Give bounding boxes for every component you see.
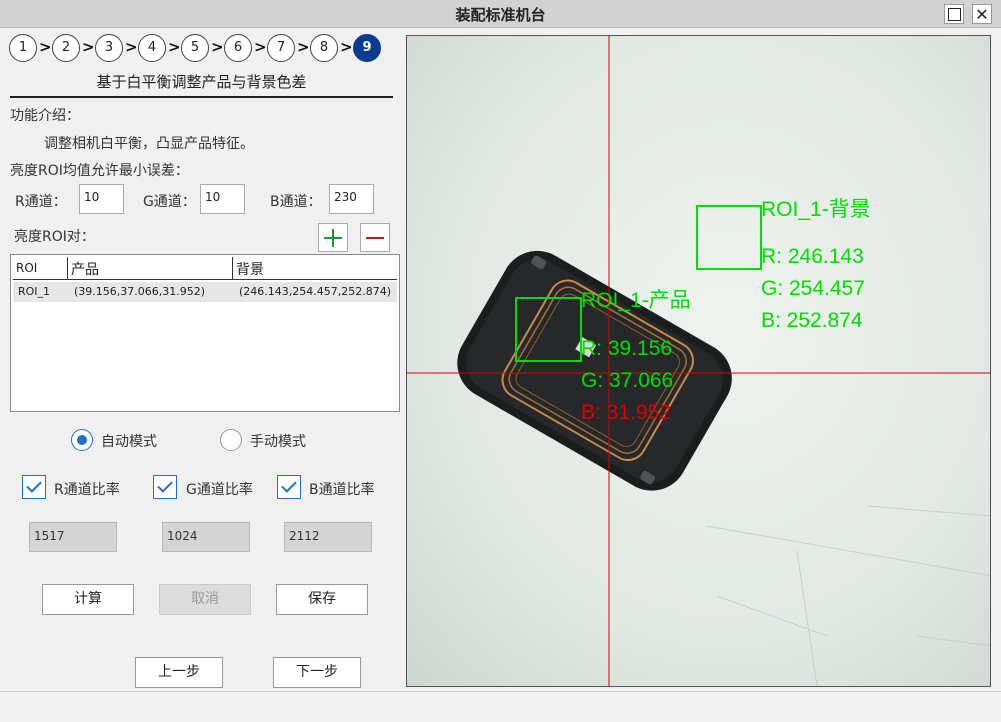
- r-tolerance-input[interactable]: 10: [79, 184, 124, 214]
- remove-roi-button[interactable]: [360, 223, 390, 252]
- manual-mode-radio[interactable]: [220, 429, 242, 451]
- r-ratio-value: 1517: [29, 522, 117, 552]
- tolerance-label: 亮度ROI均值允许最小误差：: [10, 163, 189, 179]
- r-ratio-checkbox[interactable]: [22, 475, 46, 499]
- cell-roi: ROI_1: [18, 285, 51, 298]
- product-b-value: B: 31.952: [581, 401, 671, 424]
- manual-mode-label[interactable]: 手动模式: [250, 431, 306, 451]
- step-arrow-icon: >: [254, 38, 267, 56]
- column-header-product[interactable]: 产品: [68, 257, 233, 280]
- background-g-value: G: 254.457: [761, 277, 865, 300]
- background-b-value: B: 252.874: [761, 309, 863, 332]
- b-ratio-checkbox[interactable]: [277, 475, 301, 499]
- auto-mode-label[interactable]: 自动模式: [101, 431, 157, 451]
- g-ratio-label[interactable]: G通道比率: [186, 479, 253, 499]
- step-5[interactable]: 5: [181, 34, 209, 62]
- maximize-icon[interactable]: [944, 4, 964, 24]
- add-roi-button[interactable]: [318, 223, 348, 252]
- step-arrow-icon: >: [340, 38, 353, 56]
- table-row[interactable]: ROI_1 (39.156,37.066,31.952) (246.143,25…: [13, 282, 397, 302]
- roi-background-box: [696, 205, 762, 270]
- step-4[interactable]: 4: [138, 34, 166, 62]
- background-lines: [706, 505, 990, 686]
- step-arrow-icon: >: [211, 38, 224, 56]
- g-ratio-value: 1024: [162, 522, 250, 552]
- g-channel-label: G通道：: [143, 194, 196, 210]
- section-title: 基于白平衡调整产品与背景色差: [96, 73, 307, 91]
- step-1[interactable]: 1: [9, 34, 37, 62]
- camera-viewer[interactable]: ROI_1-产品 R: 39.156 G: 37.066 B: 31.952 R…: [406, 35, 991, 687]
- step-arrow-icon: >: [168, 38, 181, 56]
- roi-table: ROI 产品 背景 ROI_1 (39.156,37.066,31.952) (…: [10, 254, 400, 412]
- cell-background: (246.143,254.457,252.874): [239, 285, 392, 298]
- r-ratio-label[interactable]: R通道比率: [54, 479, 120, 499]
- product-g-value: G: 37.066: [581, 369, 673, 392]
- next-step-button[interactable]: 下一步: [273, 657, 361, 688]
- step-9-active[interactable]: 9: [353, 34, 381, 62]
- auto-mode-radio[interactable]: [71, 429, 93, 451]
- background-r-value: R: 246.143: [761, 245, 864, 268]
- window-title: 装配标准机台: [455, 6, 546, 24]
- r-channel-label: R通道：: [15, 194, 67, 210]
- step-7[interactable]: 7: [267, 34, 295, 62]
- close-icon[interactable]: ✕: [972, 4, 992, 24]
- cancel-button[interactable]: 取消: [159, 584, 251, 615]
- product-roi-label: ROI_1-产品: [581, 289, 691, 312]
- step-arrow-icon: >: [39, 38, 52, 56]
- g-ratio-checkbox[interactable]: [153, 475, 177, 499]
- section-divider: [10, 96, 393, 98]
- table-header: ROI 产品 背景: [13, 257, 397, 280]
- cell-product: (39.156,37.066,31.952): [74, 285, 206, 298]
- title-bar: 装配标准机台 ✕: [0, 0, 1001, 28]
- column-header-roi[interactable]: ROI: [13, 257, 68, 280]
- camera-image: ROI_1-产品 R: 39.156 G: 37.066 B: 31.952 R…: [407, 36, 990, 686]
- background-roi-label: ROI_1-背景: [761, 198, 871, 221]
- step-3[interactable]: 3: [95, 34, 123, 62]
- b-tolerance-input[interactable]: 230: [329, 184, 374, 214]
- save-button[interactable]: 保存: [276, 584, 368, 615]
- b-channel-label: B通道：: [270, 194, 322, 210]
- column-header-background[interactable]: 背景: [233, 257, 399, 280]
- g-tolerance-input[interactable]: 10: [200, 184, 245, 214]
- step-arrow-icon: >: [82, 38, 95, 56]
- step-arrow-icon: >: [125, 38, 138, 56]
- previous-step-button[interactable]: 上一步: [135, 657, 223, 688]
- step-8[interactable]: 8: [310, 34, 338, 62]
- step-2[interactable]: 2: [52, 34, 80, 62]
- step-arrow-icon: >: [297, 38, 310, 56]
- b-ratio-label[interactable]: B通道比率: [309, 479, 375, 499]
- intro-label: 功能介绍：: [10, 108, 80, 124]
- roi-pairs-label: 亮度ROI对：: [14, 229, 95, 245]
- step-6[interactable]: 6: [224, 34, 252, 62]
- product-r-value: R: 39.156: [581, 337, 672, 360]
- calculate-button[interactable]: 计算: [42, 584, 134, 615]
- settings-panel: 1 > 2 > 3 > 4 > 5 > 6 > 7 > 8 > 9 基于白平衡调…: [0, 29, 405, 691]
- b-ratio-value: 2112: [284, 522, 372, 552]
- status-bar: [0, 691, 1001, 722]
- intro-text: 调整相机白平衡，凸显产品特征。: [44, 136, 254, 152]
